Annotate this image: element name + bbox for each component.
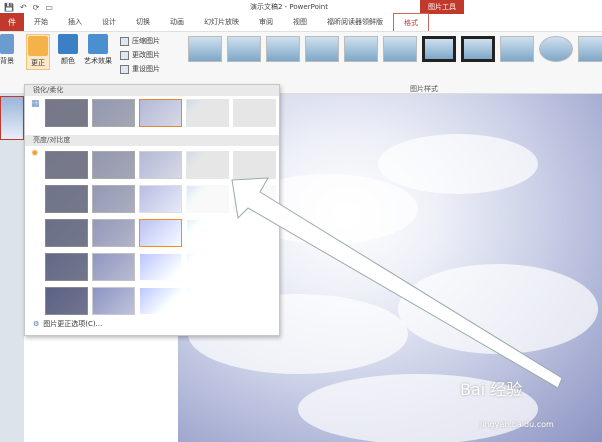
- watermark-brand: Bai 经验: [460, 380, 523, 399]
- arrow-shape: [231, 177, 563, 389]
- watermark-url: jingyan.baidu.com: [480, 420, 554, 429]
